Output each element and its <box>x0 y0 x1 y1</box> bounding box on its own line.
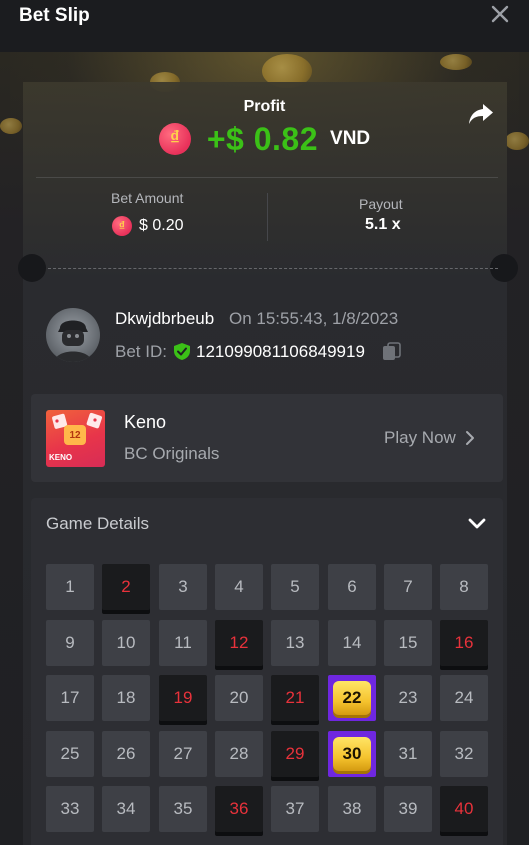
profit-row: ₫ +$ 0.82 VND <box>0 118 529 160</box>
keno-number-12: 12 <box>215 620 263 666</box>
keno-number-33: 33 <box>46 786 94 832</box>
keno-number-28: 28 <box>215 731 263 777</box>
keno-number-34: 34 <box>102 786 150 832</box>
keno-number-6: 6 <box>328 564 376 610</box>
keno-number-35: 35 <box>159 786 207 832</box>
keno-number-40: 40 <box>440 786 488 832</box>
keno-number-13: 13 <box>271 620 319 666</box>
keno-number-7: 7 <box>384 564 432 610</box>
keno-number-15: 15 <box>384 620 432 666</box>
bet-amount-label: Bet Amount <box>111 190 184 206</box>
game-provider: BC Originals <box>124 444 220 463</box>
divider <box>36 177 498 178</box>
keno-number-22: 22 <box>328 675 376 721</box>
username[interactable]: Dkwjdbrbeub <box>115 309 214 329</box>
payout-value: 5.1 x <box>365 216 401 233</box>
close-icon[interactable] <box>490 4 510 24</box>
keno-hit-gem: 30 <box>333 737 371 771</box>
keno-number-18: 18 <box>102 675 150 721</box>
user-avatar-icon <box>54 320 92 362</box>
chevron-right-icon <box>465 431 474 445</box>
keno-number-4: 4 <box>215 564 263 610</box>
copy-icon[interactable] <box>382 342 401 361</box>
bet-time: On 15:55:43, 1/8/2023 <box>229 309 399 328</box>
payout-label: Payout <box>359 196 403 212</box>
keno-number-29: 29 <box>271 731 319 777</box>
keno-number-20: 20 <box>215 675 263 721</box>
keno-number-10: 10 <box>102 620 150 666</box>
keno-number-14: 14 <box>328 620 376 666</box>
game-thumbnail-label: KENO <box>49 453 73 462</box>
dashed-divider <box>48 268 498 269</box>
ticket-notch-left <box>18 254 46 282</box>
top-bar: Bet Slip <box>0 0 529 52</box>
bet-id-label: Bet ID: <box>115 342 167 361</box>
game-name: Keno <box>124 412 167 432</box>
keno-number-24: 24 <box>440 675 488 721</box>
keno-number-8: 8 <box>440 564 488 610</box>
keno-number-16: 16 <box>440 620 488 666</box>
game-thumbnail-number: 12 <box>69 430 81 441</box>
currency-coin-icon: ₫ <box>158 123 191 155</box>
keno-number-23: 23 <box>384 675 432 721</box>
keno-number-26: 26 <box>102 731 150 777</box>
keno-number-2: 2 <box>102 564 150 610</box>
keno-number-32: 32 <box>440 731 488 777</box>
profit-value: +$ 0.82 <box>206 120 319 157</box>
game-details-title[interactable]: Game Details <box>46 514 149 534</box>
play-now-button[interactable]: Play Now <box>384 428 475 448</box>
game-thumbnail[interactable]: 12 KENO <box>46 410 105 467</box>
keno-number-3: 3 <box>159 564 207 610</box>
keno-number-9: 9 <box>46 620 94 666</box>
keno-number-27: 27 <box>159 731 207 777</box>
avatar[interactable] <box>46 308 100 362</box>
page-title: Bet Slip <box>19 5 90 26</box>
keno-hit-gem: 22 <box>333 681 371 715</box>
keno-number-30: 30 <box>328 731 376 777</box>
keno-number-36: 36 <box>215 786 263 832</box>
coin-decoration <box>440 54 472 70</box>
share-icon[interactable] <box>467 101 495 127</box>
keno-number-21: 21 <box>271 675 319 721</box>
keno-number-11: 11 <box>159 620 207 666</box>
keno-number-25: 25 <box>46 731 94 777</box>
keno-number-31: 31 <box>384 731 432 777</box>
bet-amount-row: ₫ $ 0.20 <box>112 216 183 236</box>
keno-number-39: 39 <box>384 786 432 832</box>
currency-coin-icon: ₫ <box>112 216 132 236</box>
profit-label: Profit <box>243 98 286 115</box>
verified-shield-icon <box>174 343 190 360</box>
play-now-label: Play Now <box>384 428 456 447</box>
profit-currency: VND <box>330 128 371 149</box>
keno-number-5: 5 <box>271 564 319 610</box>
keno-number-1: 1 <box>46 564 94 610</box>
divider <box>267 193 268 241</box>
keno-number-19: 19 <box>159 675 207 721</box>
bet-amount-value: $ 0.20 <box>139 217 184 234</box>
bet-id-value: 121099081106849919 <box>196 342 365 361</box>
chevron-down-icon[interactable] <box>468 517 486 531</box>
keno-number-38: 38 <box>328 786 376 832</box>
keno-number-37: 37 <box>271 786 319 832</box>
keno-number-17: 17 <box>46 675 94 721</box>
